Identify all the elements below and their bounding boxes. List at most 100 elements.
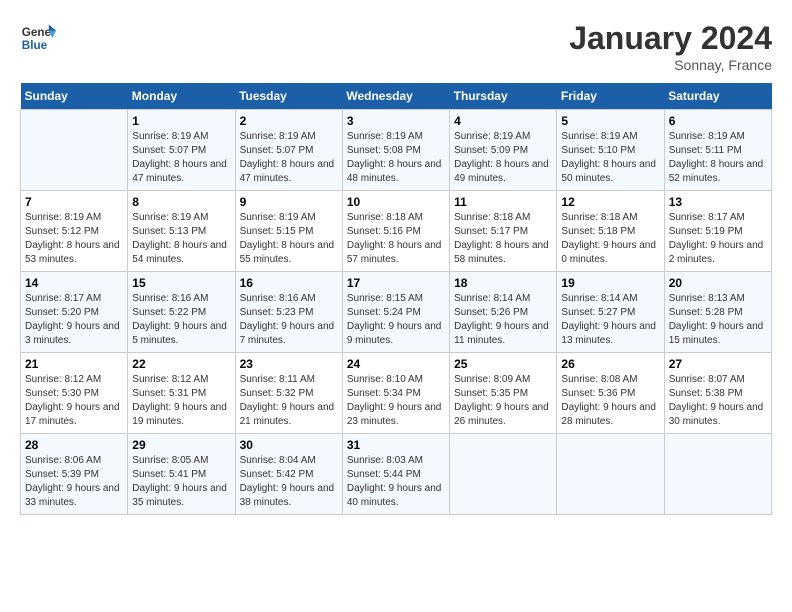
day-info: Sunrise: 8:11 AMSunset: 5:32 PMDaylight:… (240, 373, 338, 429)
day-info: Sunrise: 8:18 AMSunset: 5:17 PMDaylight:… (454, 211, 552, 267)
calendar-week-row: 1 Sunrise: 8:19 AMSunset: 5:07 PMDaylight… (21, 110, 772, 191)
calendar-week-row: 14Sunrise: 8:17 AMSunset: 5:20 PMDayligh… (21, 272, 772, 353)
day-number: 25 (454, 357, 552, 371)
calendar-cell: 3 Sunrise: 8:19 AMSunset: 5:08 PMDaylight… (342, 110, 449, 191)
calendar-cell: 28Sunrise: 8:06 AMSunset: 5:39 PMDayligh… (21, 434, 128, 515)
calendar-cell: 20Sunrise: 8:13 AMSunset: 5:28 PMDayligh… (664, 272, 771, 353)
day-number: 26 (561, 357, 659, 371)
day-number: 9 (240, 195, 338, 209)
day-number: 10 (347, 195, 445, 209)
calendar-cell: 27 Sunrise: 8:07 AMSunset: 5:38 PMDayligh… (664, 353, 771, 434)
weekday-header: Sunday (21, 83, 128, 110)
day-number: 5 (561, 114, 659, 128)
day-info: Sunrise: 8:09 AMSunset: 5:35 PMDaylight:… (454, 373, 552, 429)
calendar-cell (450, 434, 557, 515)
calendar-week-row: 21 Sunrise: 8:12 AMSunset: 5:30 PMDayligh… (21, 353, 772, 434)
day-info: Sunrise: 8:12 AMSunset: 5:30 PMDaylight:… (25, 373, 123, 429)
day-info: Sunrise: 8:18 AMSunset: 5:18 PMDaylight:… (561, 211, 659, 267)
weekday-header: Wednesday (342, 83, 449, 110)
calendar-cell: 5 Sunrise: 8:19 AMSunset: 5:10 PMDaylight… (557, 110, 664, 191)
calendar-cell: 17 Sunrise: 8:15 AMSunset: 5:24 PMDayligh… (342, 272, 449, 353)
day-info: Sunrise: 8:19 AMSunset: 5:10 PMDaylight:… (561, 130, 659, 186)
calendar-cell: 30 Sunrise: 8:04 AMSunset: 5:42 PMDayligh… (235, 434, 342, 515)
day-info: Sunrise: 8:05 AMSunset: 5:41 PMDaylight:… (132, 454, 230, 510)
day-info: Sunrise: 8:19 AMSunset: 5:13 PMDaylight:… (132, 211, 230, 267)
calendar-cell (664, 434, 771, 515)
day-number: 1 (132, 114, 230, 128)
day-number: 27 (669, 357, 767, 371)
day-info: Sunrise: 8:07 AMSunset: 5:38 PMDaylight:… (669, 373, 767, 429)
day-info: Sunrise: 8:17 AMSunset: 5:19 PMDaylight:… (669, 211, 767, 267)
day-number: 2 (240, 114, 338, 128)
day-info: Sunrise: 8:12 AMSunset: 5:31 PMDaylight:… (132, 373, 230, 429)
day-number: 6 (669, 114, 767, 128)
day-number: 17 (347, 276, 445, 290)
day-info: Sunrise: 8:08 AMSunset: 5:36 PMDaylight:… (561, 373, 659, 429)
calendar-table: SundayMondayTuesdayWednesdayThursdayFrid… (20, 83, 772, 515)
day-info: Sunrise: 8:19 AMSunset: 5:09 PMDaylight:… (454, 130, 552, 186)
day-number: 30 (240, 438, 338, 452)
weekday-header: Monday (128, 83, 235, 110)
svg-text:Blue: Blue (22, 39, 48, 52)
day-info: Sunrise: 8:19 AMSunset: 5:12 PMDaylight:… (25, 211, 123, 267)
day-info: Sunrise: 8:16 AMSunset: 5:23 PMDaylight:… (240, 292, 338, 348)
day-info: Sunrise: 8:16 AMSunset: 5:22 PMDaylight:… (132, 292, 230, 348)
day-number: 19 (561, 276, 659, 290)
day-number: 4 (454, 114, 552, 128)
day-info: Sunrise: 8:19 AMSunset: 5:11 PMDaylight:… (669, 130, 767, 186)
calendar-cell: 16Sunrise: 8:16 AMSunset: 5:23 PMDayligh… (235, 272, 342, 353)
calendar-cell: 1 Sunrise: 8:19 AMSunset: 5:07 PMDaylight… (128, 110, 235, 191)
calendar-cell: 9 Sunrise: 8:19 AMSunset: 5:15 PMDaylight… (235, 191, 342, 272)
day-number: 3 (347, 114, 445, 128)
weekday-header: Saturday (664, 83, 771, 110)
weekday-header: Friday (557, 83, 664, 110)
calendar-week-row: 28Sunrise: 8:06 AMSunset: 5:39 PMDayligh… (21, 434, 772, 515)
day-info: Sunrise: 8:04 AMSunset: 5:42 PMDaylight:… (240, 454, 338, 510)
calendar-cell: 8Sunrise: 8:19 AMSunset: 5:13 PMDaylight… (128, 191, 235, 272)
weekday-header: Thursday (450, 83, 557, 110)
day-number: 29 (132, 438, 230, 452)
day-number: 23 (240, 357, 338, 371)
calendar-cell: 23 Sunrise: 8:11 AMSunset: 5:32 PMDayligh… (235, 353, 342, 434)
day-number: 18 (454, 276, 552, 290)
day-info: Sunrise: 8:15 AMSunset: 5:24 PMDaylight:… (347, 292, 445, 348)
calendar-cell (21, 110, 128, 191)
title-area: January 2024 Sonnay, France (569, 20, 772, 73)
calendar-cell: 6 Sunrise: 8:19 AMSunset: 5:11 PMDaylight… (664, 110, 771, 191)
calendar-cell: 15Sunrise: 8:16 AMSunset: 5:22 PMDayligh… (128, 272, 235, 353)
day-number: 21 (25, 357, 123, 371)
day-info: Sunrise: 8:18 AMSunset: 5:16 PMDaylight:… (347, 211, 445, 267)
calendar-cell: 31 Sunrise: 8:03 AMSunset: 5:44 PMDayligh… (342, 434, 449, 515)
day-info: Sunrise: 8:19 AMSunset: 5:07 PMDaylight:… (132, 130, 230, 186)
calendar-cell: 26 Sunrise: 8:08 AMSunset: 5:36 PMDayligh… (557, 353, 664, 434)
calendar-cell: 13 Sunrise: 8:17 AMSunset: 5:19 PMDayligh… (664, 191, 771, 272)
day-info: Sunrise: 8:19 AMSunset: 5:07 PMDaylight:… (240, 130, 338, 186)
logo-icon: General Blue (20, 20, 56, 56)
calendar-cell: 18Sunrise: 8:14 AMSunset: 5:26 PMDayligh… (450, 272, 557, 353)
page-header: General Blue January 2024 Sonnay, France (20, 20, 772, 73)
day-number: 24 (347, 357, 445, 371)
calendar-cell: 14Sunrise: 8:17 AMSunset: 5:20 PMDayligh… (21, 272, 128, 353)
logo: General Blue (20, 20, 56, 56)
calendar-cell: 12 Sunrise: 8:18 AMSunset: 5:18 PMDayligh… (557, 191, 664, 272)
weekday-header-row: SundayMondayTuesdayWednesdayThursdayFrid… (21, 83, 772, 110)
day-info: Sunrise: 8:03 AMSunset: 5:44 PMDaylight:… (347, 454, 445, 510)
day-info: Sunrise: 8:17 AMSunset: 5:20 PMDaylight:… (25, 292, 123, 348)
calendar-cell (557, 434, 664, 515)
calendar-cell: 10 Sunrise: 8:18 AMSunset: 5:16 PMDayligh… (342, 191, 449, 272)
day-info: Sunrise: 8:14 AMSunset: 5:27 PMDaylight:… (561, 292, 659, 348)
day-info: Sunrise: 8:10 AMSunset: 5:34 PMDaylight:… (347, 373, 445, 429)
day-info: Sunrise: 8:19 AMSunset: 5:08 PMDaylight:… (347, 130, 445, 186)
calendar-cell: 19 Sunrise: 8:14 AMSunset: 5:27 PMDayligh… (557, 272, 664, 353)
day-number: 22 (132, 357, 230, 371)
day-number: 20 (669, 276, 767, 290)
calendar-cell: 7 Sunrise: 8:19 AMSunset: 5:12 PMDaylight… (21, 191, 128, 272)
day-number: 31 (347, 438, 445, 452)
day-number: 12 (561, 195, 659, 209)
weekday-header: Tuesday (235, 83, 342, 110)
day-info: Sunrise: 8:19 AMSunset: 5:15 PMDaylight:… (240, 211, 338, 267)
day-number: 7 (25, 195, 123, 209)
day-number: 13 (669, 195, 767, 209)
day-number: 28 (25, 438, 123, 452)
day-number: 11 (454, 195, 552, 209)
